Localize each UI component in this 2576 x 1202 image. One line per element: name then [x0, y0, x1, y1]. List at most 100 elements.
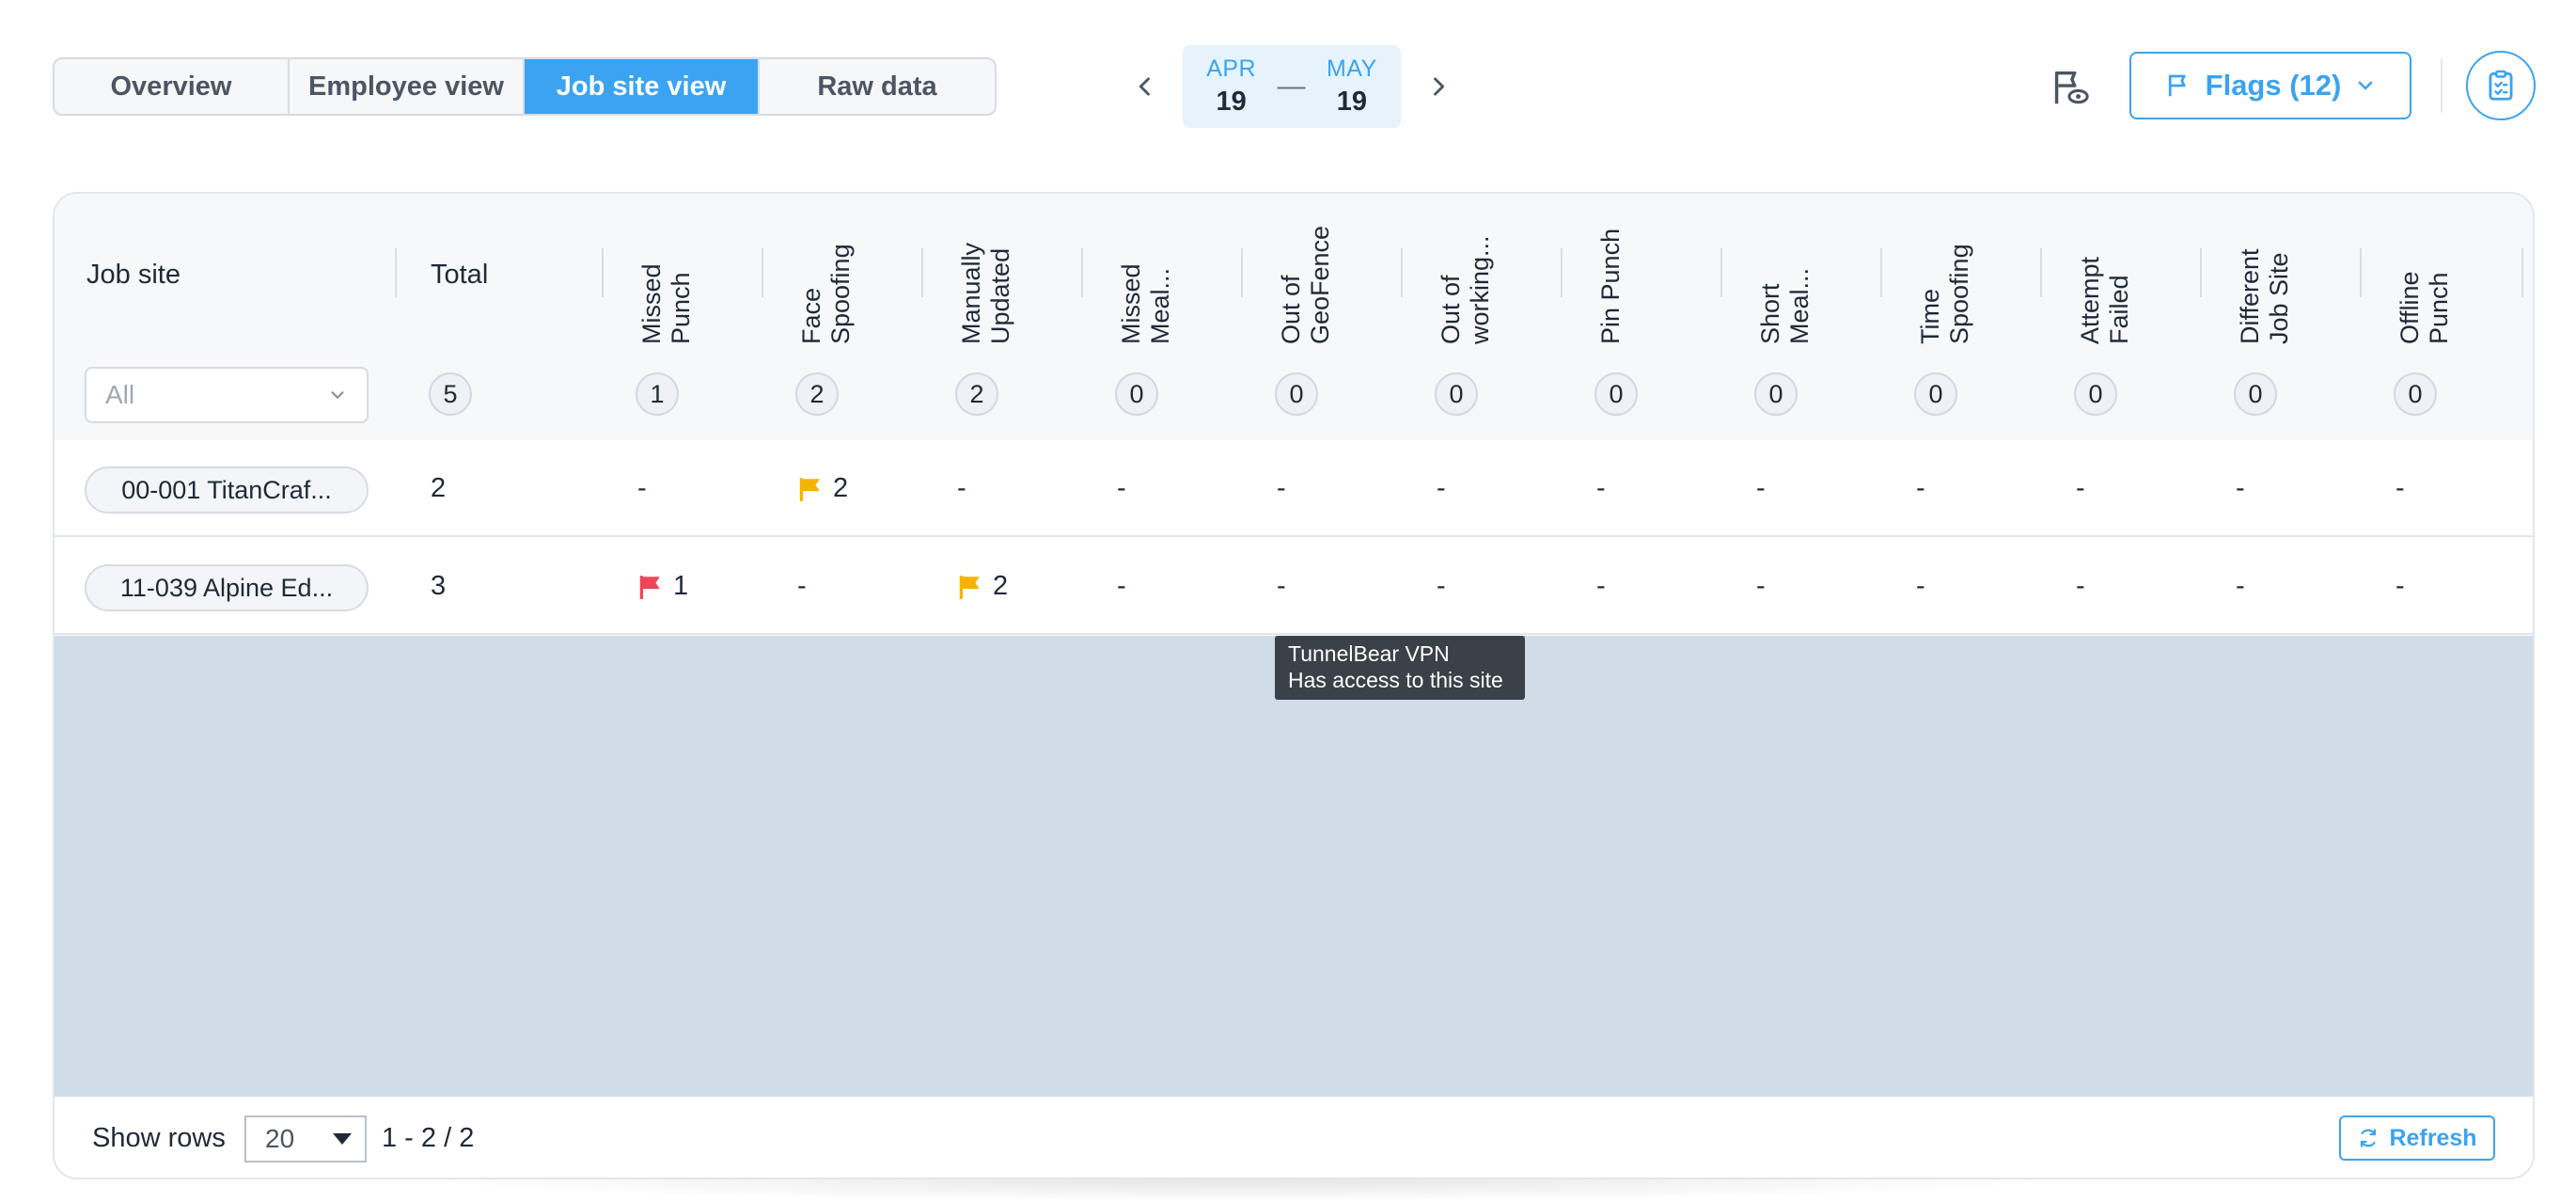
next-period-button[interactable] — [1418, 45, 1459, 128]
count-badge-time-spoofing: 0 — [1914, 372, 1957, 416]
job-site-filter-value: All — [105, 380, 135, 409]
flag-cell-value: - — [2076, 571, 2085, 601]
flag-cell-value: - — [1596, 473, 1606, 503]
flag-visibility-button[interactable] — [2048, 66, 2091, 109]
column-separator — [395, 248, 397, 297]
row-total: 2 — [431, 473, 447, 503]
column-header-missed-punch[interactable]: Missed Punch — [637, 203, 696, 344]
tooltip-title: TunnelBear VPN — [1288, 641, 1450, 666]
flag-cell: - — [1277, 538, 1286, 635]
column-separator — [2040, 248, 2042, 297]
column-separator — [1561, 248, 1563, 297]
column-separator — [1241, 248, 1243, 297]
date-separator: — — [1277, 71, 1306, 102]
flag-cell-value: 2 — [993, 571, 1009, 601]
flag-cell[interactable]: 1 — [637, 538, 688, 635]
table-footer: Show rows 20 1 - 2 / 2 Refresh — [55, 1097, 2533, 1178]
column-separator — [762, 248, 763, 297]
flag-cell-value: - — [1916, 473, 1925, 503]
vpn-tooltip: TunnelBear VPN Has access to this site — [1275, 636, 1525, 700]
show-rows-label: Show rows — [92, 1123, 226, 1153]
flags-dropdown-button[interactable]: Flags (12) — [2129, 52, 2411, 119]
date-end: MAY 19 — [1327, 55, 1377, 118]
flag-cell-value: - — [1756, 473, 1766, 503]
column-header-short-meal[interactable]: Short Meal... — [1756, 203, 1814, 344]
flag-cell-value: - — [1277, 473, 1286, 503]
flag-cell: - — [1437, 440, 1446, 537]
refresh-icon — [2361, 1129, 2377, 1147]
refresh-button[interactable]: Refresh — [2339, 1115, 2495, 1161]
date-end-month: MAY — [1326, 55, 1377, 82]
column-separator — [2200, 248, 2202, 297]
flag-cell: - — [2236, 440, 2245, 537]
flag-cell: - — [1756, 440, 1766, 537]
table-row[interactable]: 11-039 Alpine Ed... 3 1 - 2 - - - - - - - - - — [55, 538, 2533, 635]
refresh-label: Refresh — [2389, 1124, 2477, 1151]
flag-icon — [2168, 74, 2186, 97]
caret-down-icon — [333, 1133, 352, 1145]
date-range-display[interactable]: APR 19 — MAY 19 — [1183, 45, 1401, 128]
chevron-left-icon — [1139, 77, 1150, 96]
date-start-day: 19 — [1216, 87, 1247, 117]
count-badge-missed-punch: 1 — [636, 372, 679, 416]
column-header-out-of-working[interactable]: Out of working... — [1437, 203, 1495, 344]
column-header-different-job-site[interactable]: Different Job Site — [2236, 203, 2294, 344]
column-header-missed-meal[interactable]: Missed Meal... — [1117, 203, 1175, 344]
flag-cell: - — [637, 440, 647, 537]
column-header-attempt-failed[interactable]: Attempt Failed — [2076, 203, 2134, 344]
tab-job-site-view[interactable]: Job site view — [525, 59, 760, 114]
table-row[interactable]: 00-001 TitanCraf... 2 - 2 - - - - - - - - - - — [55, 440, 2533, 537]
column-header-job-site[interactable]: Job site — [86, 260, 181, 291]
count-badge-out-of-working: 0 — [1435, 372, 1478, 416]
column-separator — [921, 248, 923, 297]
job-site-name[interactable]: 00-001 TitanCraf... — [85, 467, 369, 514]
flag-icon — [959, 575, 980, 599]
prev-period-button[interactable] — [1124, 45, 1166, 128]
flag-cell-value: - — [2076, 473, 2085, 503]
column-separator — [2521, 248, 2523, 297]
count-badge-missed-meal: 0 — [1115, 372, 1158, 416]
count-badge-face-spoofing: 2 — [795, 372, 839, 416]
clipboard-button[interactable] — [2466, 51, 2536, 120]
date-start-month: APR — [1206, 55, 1257, 82]
flag-cell-value: - — [797, 571, 807, 601]
column-separator — [602, 248, 604, 297]
column-header-time-spoofing[interactable]: Time Spoofing — [1916, 203, 1974, 344]
card-shadow — [414, 1179, 2068, 1202]
flag-cell: - — [2076, 440, 2085, 537]
column-separator — [2360, 248, 2362, 297]
row-total: 3 — [431, 571, 447, 601]
flag-cell: - — [1117, 440, 1126, 537]
date-end-day: 19 — [1336, 87, 1367, 117]
tab-overview[interactable]: Overview — [55, 59, 290, 114]
column-header-total[interactable]: Total — [431, 260, 488, 291]
column-header-face-spoofing[interactable]: Face Spoofing — [797, 203, 856, 344]
tab-employee-view[interactable]: Employee view — [290, 59, 525, 114]
flag-cell-value: 1 — [673, 571, 689, 601]
count-badge-offline-punch: 0 — [2394, 372, 2437, 416]
flag-cell-value: - — [637, 473, 647, 503]
count-badge-attempt-failed: 0 — [2074, 372, 2117, 416]
column-header-offline-punch[interactable]: Offline Punch — [2395, 203, 2454, 344]
flag-cell: - — [1277, 440, 1286, 537]
date-range-nav: APR 19 — MAY 19 — [1124, 45, 1459, 128]
flag-cell[interactable]: 2 — [797, 440, 848, 537]
flag-cell: - — [2395, 538, 2405, 635]
job-site-name[interactable]: 11-039 Alpine Ed... — [85, 564, 369, 611]
flag-cell-value: - — [2236, 571, 2245, 601]
job-site-filter-select[interactable]: All — [85, 367, 369, 423]
column-header-out-of-geofence[interactable]: Out of GeoFence — [1277, 203, 1335, 344]
column-separator — [1081, 248, 1083, 297]
rows-per-page-select[interactable]: 20 — [244, 1115, 367, 1162]
tab-raw-data[interactable]: Raw data — [760, 59, 995, 114]
flag-cell-value: - — [2236, 473, 2245, 503]
column-header-pin-punch[interactable]: Pin Punch — [1596, 203, 1626, 344]
total-count-badge: 5 — [429, 372, 472, 416]
chevron-right-icon — [1434, 77, 1445, 96]
flag-cell[interactable]: 2 — [957, 538, 1008, 635]
column-separator — [1720, 248, 1722, 297]
flag-cell-value: - — [1756, 571, 1766, 601]
column-header-manually-updated[interactable]: Manually Updated — [957, 203, 1015, 344]
rows-per-page-value: 20 — [265, 1124, 295, 1153]
count-badge-out-of-geofence: 0 — [1275, 372, 1318, 416]
